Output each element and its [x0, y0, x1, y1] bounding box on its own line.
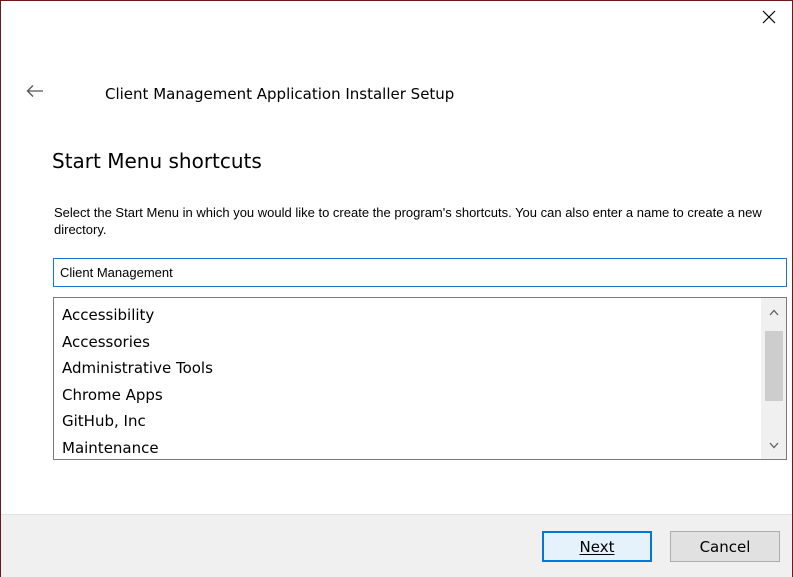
- scroll-up-button[interactable]: [761, 300, 786, 324]
- start-menu-folder-list[interactable]: Accessibility Accessories Administrative…: [53, 297, 787, 460]
- scroll-thumb[interactable]: [765, 331, 783, 402]
- cancel-button[interactable]: Cancel: [670, 531, 780, 562]
- list-item[interactable]: GitHub, Inc: [62, 408, 786, 435]
- footer-bar: Next Cancel: [1, 514, 792, 577]
- next-button-label: Next: [579, 537, 615, 556]
- list-item[interactable]: Chrome Apps: [62, 382, 786, 409]
- list-item[interactable]: Accessibility: [62, 302, 786, 329]
- list-item[interactable]: Accessories: [62, 329, 786, 356]
- list-item[interactable]: Maintenance: [62, 435, 786, 460]
- close-button[interactable]: [746, 1, 792, 33]
- list-item[interactable]: Administrative Tools: [62, 355, 786, 382]
- back-button[interactable]: [21, 79, 49, 103]
- back-arrow-icon: [26, 85, 43, 97]
- cancel-button-label: Cancel: [699, 537, 751, 556]
- window-title: Client Management Application Installer …: [105, 85, 455, 103]
- chevron-down-icon: [769, 442, 778, 448]
- directory-name-input[interactable]: [53, 258, 787, 287]
- page-heading: Start Menu shortcuts: [52, 149, 262, 173]
- scroll-down-button[interactable]: [761, 433, 786, 457]
- chevron-up-icon: [769, 309, 778, 315]
- next-button[interactable]: Next: [542, 531, 652, 562]
- installer-window: Client Management Application Installer …: [0, 0, 793, 577]
- page-description: Select the Start Menu in which you would…: [54, 205, 762, 237]
- close-icon: [762, 10, 776, 24]
- vertical-scrollbar[interactable]: [761, 298, 786, 459]
- folder-items: Accessibility Accessories Administrative…: [54, 298, 786, 460]
